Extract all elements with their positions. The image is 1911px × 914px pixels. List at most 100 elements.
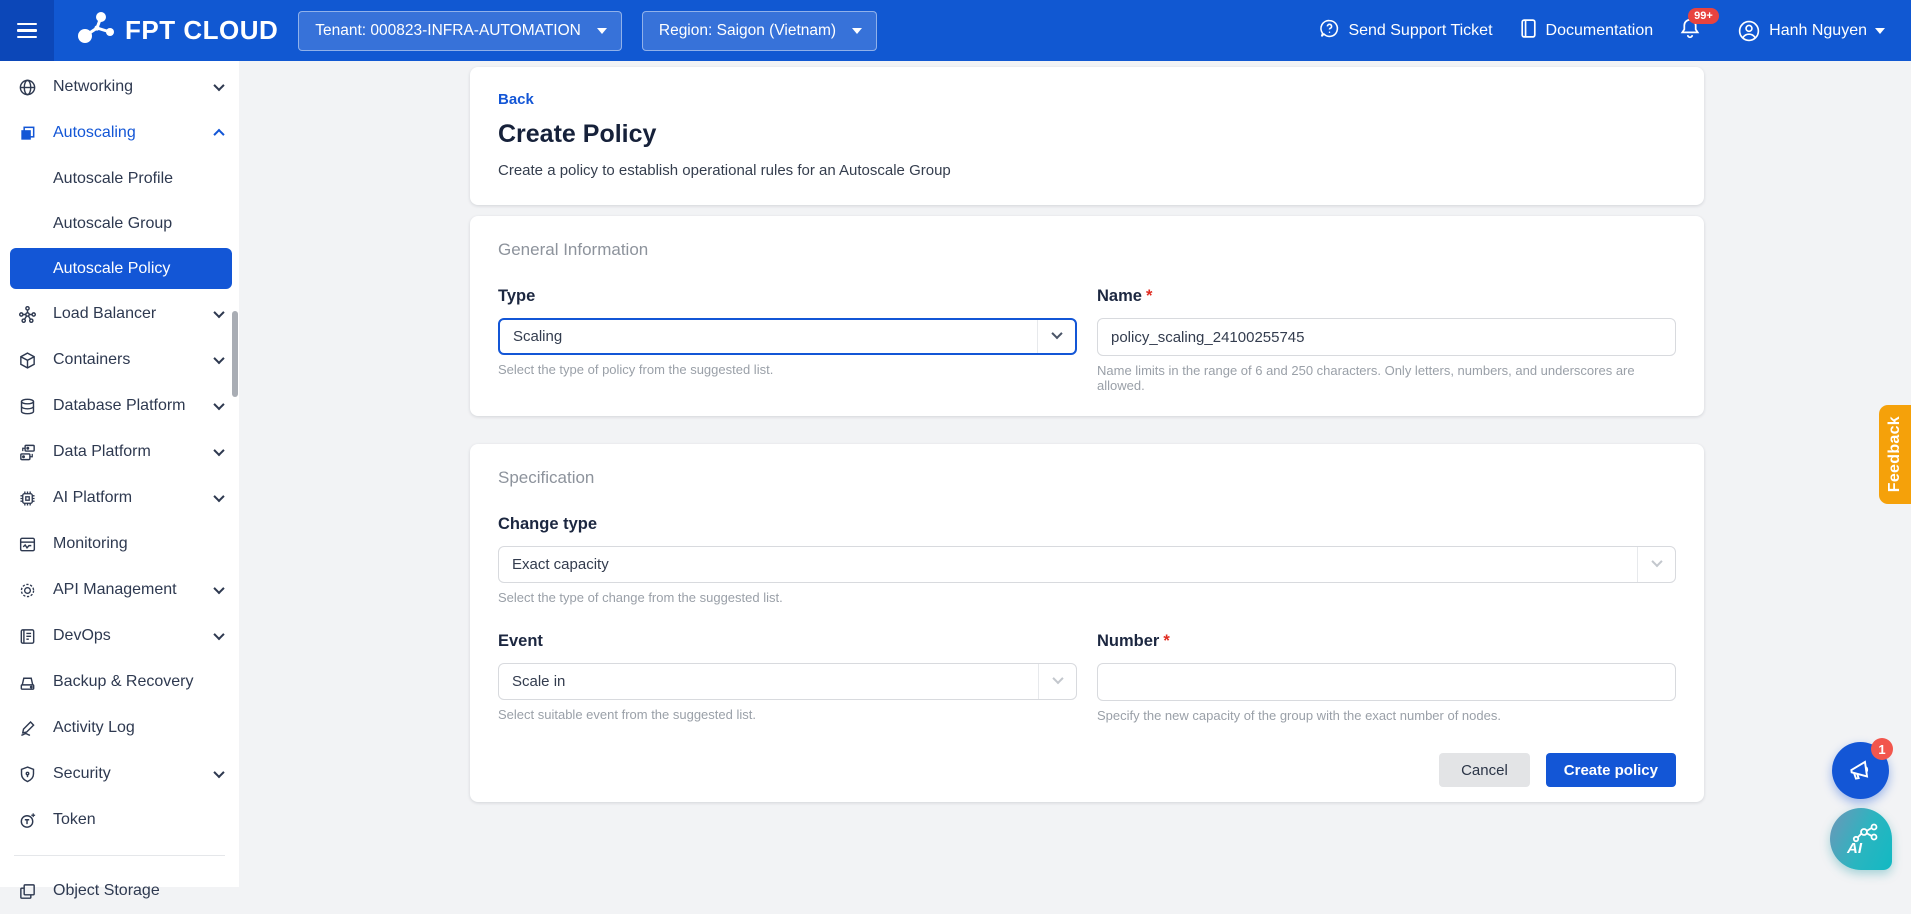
fpt-network-icon xyxy=(76,10,116,51)
sidebar-item-networking[interactable]: Networking xyxy=(0,64,239,110)
cancel-button[interactable]: Cancel xyxy=(1439,753,1530,787)
caret-down-icon xyxy=(852,28,862,34)
chip-icon xyxy=(17,488,37,508)
data-platform-icon xyxy=(17,442,37,462)
tenant-label: Tenant: 000823-INFRA-AUTOMATION xyxy=(315,22,581,40)
chevron-down-icon xyxy=(215,494,223,502)
chevron-down-icon xyxy=(1637,547,1675,582)
feedback-label: Feedback xyxy=(1886,416,1904,492)
create-policy-button[interactable]: Create policy xyxy=(1546,753,1676,787)
token-icon xyxy=(17,810,37,830)
specification-card: Specification Change type Exact capacity… xyxy=(470,444,1704,802)
page-header-card: Back Create Policy Create a policy to es… xyxy=(470,67,1704,205)
type-help-text: Select the type of policy from the sugge… xyxy=(498,362,1077,377)
number-input[interactable] xyxy=(1097,663,1676,701)
back-link[interactable]: Back xyxy=(498,91,534,108)
notifications-button[interactable]: 99+ xyxy=(1679,17,1701,45)
specification-title: Specification xyxy=(498,468,1676,488)
sidebar-item-load-balancer[interactable]: Load Balancer xyxy=(0,291,239,337)
number-label: Number* xyxy=(1097,632,1676,651)
support-chat-icon xyxy=(1319,18,1340,44)
region-selector[interactable]: Region: Saigon (Vietnam) xyxy=(642,11,877,51)
change-type-label: Change type xyxy=(498,515,1676,534)
change-type-select-value: Exact capacity xyxy=(499,556,1637,573)
sidebar-item-data-platform[interactable]: Data Platform xyxy=(0,429,239,475)
sidebar-item-autoscale-group[interactable]: Autoscale Group xyxy=(0,201,239,246)
name-label: Name* xyxy=(1097,287,1676,306)
sidebar-scrollbar-thumb[interactable] xyxy=(232,311,238,397)
announcement-count-badge: 1 xyxy=(1871,738,1893,760)
event-label: Event xyxy=(498,632,1077,651)
sidebar-item-token[interactable]: Token xyxy=(0,797,239,843)
name-input[interactable] xyxy=(1097,318,1676,356)
user-avatar-icon xyxy=(1737,19,1761,43)
sidebar-item-object-storage[interactable]: Object Storage xyxy=(0,868,239,914)
sidebar-item-devops[interactable]: DevOps xyxy=(0,613,239,659)
chevron-down-icon xyxy=(215,310,223,318)
load-balancer-icon xyxy=(17,304,37,324)
page-title: Create Policy xyxy=(498,120,1676,149)
sidebar-item-database-platform[interactable]: Database Platform xyxy=(0,383,239,429)
required-asterisk: * xyxy=(1163,632,1169,650)
documentation-link[interactable]: Documentation xyxy=(1519,18,1654,44)
brand-logo: FPT CLOUD xyxy=(76,10,278,51)
menu-toggle-button[interactable] xyxy=(0,0,54,61)
main-content: Back Create Policy Create a policy to es… xyxy=(239,61,1911,887)
database-icon xyxy=(17,396,37,416)
feedback-tab[interactable]: Feedback xyxy=(1879,405,1911,504)
ai-assistant-button[interactable]: AI xyxy=(1830,808,1892,870)
sidebar-item-containers[interactable]: Containers xyxy=(0,337,239,383)
region-label: Region: Saigon (Vietnam) xyxy=(659,22,836,40)
name-help-text: Name limits in the range of 6 and 250 ch… xyxy=(1097,363,1676,393)
chevron-down-icon xyxy=(1038,664,1076,699)
chevron-down-icon xyxy=(215,586,223,594)
number-help-text: Specify the new capacity of the group wi… xyxy=(1097,708,1676,723)
backup-drive-icon xyxy=(17,672,37,692)
sidebar-item-monitoring[interactable]: Monitoring xyxy=(0,521,239,567)
type-select-value: Scaling xyxy=(500,328,1037,345)
announcements-button[interactable]: 1 xyxy=(1832,742,1889,799)
devops-icon xyxy=(17,626,37,646)
chevron-down-icon xyxy=(215,632,223,640)
general-information-card: General Information Type Scaling Select … xyxy=(470,216,1704,416)
documentation-label: Documentation xyxy=(1546,22,1654,40)
type-select[interactable]: Scaling xyxy=(498,318,1077,355)
monitoring-icon xyxy=(17,534,37,554)
gear-icon xyxy=(17,580,37,600)
event-help-text: Select suitable event from the suggested… xyxy=(498,707,1077,722)
sidebar-item-activity-log[interactable]: Activity Log xyxy=(0,705,239,751)
event-select-value: Scale in xyxy=(499,673,1038,690)
sidebar-item-ai-platform[interactable]: AI Platform xyxy=(0,475,239,521)
send-support-ticket-link[interactable]: Send Support Ticket xyxy=(1319,18,1492,44)
sidebar-item-backup-recovery[interactable]: Backup & Recovery xyxy=(0,659,239,705)
chevron-down-icon xyxy=(215,83,223,91)
user-menu[interactable]: Hanh Nguyen xyxy=(1737,19,1885,43)
chevron-down-icon xyxy=(215,356,223,364)
sidebar-item-autoscale-profile[interactable]: Autoscale Profile xyxy=(0,156,239,201)
chevron-down-icon xyxy=(215,402,223,410)
page-subtitle: Create a policy to establish operational… xyxy=(498,162,1676,179)
sidebar-item-api-management[interactable]: API Management xyxy=(0,567,239,613)
documentation-icon xyxy=(1519,18,1538,44)
megaphone-icon xyxy=(1847,757,1874,784)
sidebar-nav: Networking Autoscaling Autoscale Profile… xyxy=(0,61,239,887)
sidebar-item-autoscale-policy[interactable]: Autoscale Policy xyxy=(10,248,232,289)
tenant-selector[interactable]: Tenant: 000823-INFRA-AUTOMATION xyxy=(298,11,622,51)
sidebar-item-autoscaling[interactable]: Autoscaling xyxy=(0,110,239,156)
sidebar-item-security[interactable]: Security xyxy=(0,751,239,797)
hamburger-icon xyxy=(17,23,37,38)
object-storage-icon xyxy=(17,881,37,901)
event-select[interactable]: Scale in xyxy=(498,663,1077,700)
ai-assistant-icon: AI xyxy=(1841,819,1881,859)
chevron-down-icon xyxy=(215,770,223,778)
chevron-down-icon xyxy=(215,448,223,456)
send-support-ticket-label: Send Support Ticket xyxy=(1348,22,1492,40)
caret-down-icon xyxy=(597,28,607,34)
chevron-up-icon xyxy=(215,129,223,137)
type-label: Type xyxy=(498,287,1077,306)
change-type-select[interactable]: Exact capacity xyxy=(498,546,1676,583)
pen-signature-icon xyxy=(17,718,37,738)
general-information-title: General Information xyxy=(498,240,1676,260)
chevron-down-icon xyxy=(1037,320,1075,353)
user-name: Hanh Nguyen xyxy=(1769,22,1867,40)
